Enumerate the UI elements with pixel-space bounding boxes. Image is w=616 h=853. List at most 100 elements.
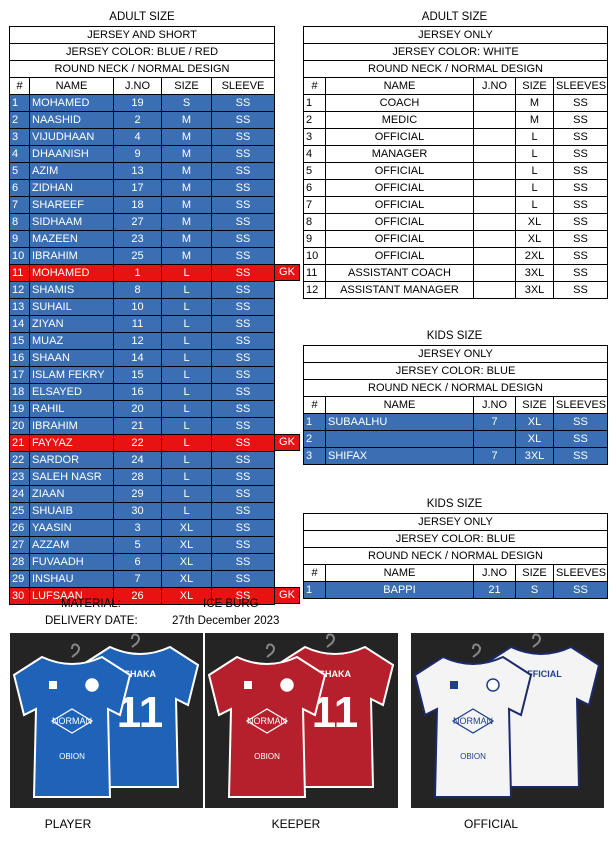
kit-brand-icon — [450, 681, 458, 689]
adult-right-column-header: SLEEVES — [552, 77, 609, 95]
row-name: SHAAN — [29, 349, 114, 367]
row-name: SIDHAAM — [29, 213, 114, 231]
row-number: 21 — [9, 434, 30, 452]
row-size: M — [161, 196, 212, 214]
row-name: ISLAM FEKRY — [29, 366, 114, 384]
adult-right-header: ROUND NECK / NORMAL DESIGN — [302, 60, 609, 78]
adult-left-row: 22 SARDOR 24 L SS — [9, 451, 276, 469]
row-name: ELSAYED — [29, 383, 114, 401]
row-jersey-number — [473, 281, 516, 299]
adult-left-row: 6 ZIDHAN 17 M SS — [9, 179, 276, 197]
row-number: 14 — [9, 315, 30, 333]
delivery-value: 27th December 2023 — [172, 615, 280, 627]
row-number: 12 — [303, 281, 326, 299]
adult-left-row: 7 SHAREEF 18 M SS — [9, 196, 276, 214]
jersey-front-sponsor: OBION — [460, 752, 486, 761]
row-sleeve: SS — [210, 536, 276, 554]
adult-left-row: 11 MOHAMED 1 L SS — [9, 264, 276, 282]
adult-left-row: 4 DHAANISH 9 M SS — [9, 145, 276, 163]
row-sleeve: SS — [210, 519, 276, 537]
adult-left-column-header: J.NO — [113, 77, 162, 95]
kids1-row: 1 SUBAALHU 7 XL SS — [303, 413, 609, 431]
kids2-row: 1 BAPPI 21 S SS — [303, 581, 609, 599]
row-jersey-number: 13 — [113, 162, 162, 180]
row-name: COACH — [325, 94, 474, 112]
kids1-header-row: JERSEY ONLY — [302, 345, 609, 363]
row-sleeve: SS — [210, 196, 276, 214]
row-number: 8 — [303, 213, 326, 231]
kids1-column-headers: # NAME J.NO SIZE SLEEVES — [303, 396, 609, 414]
jersey-front-brand: NORMAN — [453, 716, 493, 726]
row-size: L — [515, 145, 554, 163]
adult-left-row: 17 ISLAM FEKRY 15 L SS — [9, 366, 276, 384]
row-name: AZZAM — [29, 536, 114, 554]
kids2-header: ROUND NECK / NORMAL DESIGN — [302, 547, 609, 565]
photo-label: KEEPER — [271, 817, 321, 831]
row-jersey-number: 28 — [113, 468, 162, 486]
row-size: L — [161, 383, 212, 401]
row-size: 3XL — [515, 447, 554, 465]
row-jersey-number: 5 — [113, 536, 162, 554]
row-sleeve: SS — [210, 366, 276, 384]
row-name: YAASIN — [29, 519, 114, 537]
row-size: XL — [515, 413, 554, 431]
row-sleeve: SS — [210, 145, 276, 163]
row-number: 3 — [303, 128, 326, 146]
row-number: 8 — [9, 213, 30, 231]
row-sleeve: SS — [552, 145, 609, 163]
kit-brand-icon — [244, 681, 252, 689]
adult-left-header: ROUND NECK / NORMAL DESIGN — [8, 60, 276, 78]
kids1-column-header: # — [303, 396, 326, 414]
adult-right-row: 12 ASSISTANT MANAGER 3XL SS — [303, 281, 609, 299]
kids2-caption: KIDS SIZE — [426, 498, 483, 510]
row-sleeve: SS — [210, 247, 276, 265]
kids1-header: JERSEY ONLY — [302, 345, 609, 363]
row-jersey-number — [473, 179, 516, 197]
row-number: 18 — [9, 383, 30, 401]
adult-left-header-row: JERSEY AND SHORT — [8, 26, 276, 44]
goalkeeper-tag: GK — [274, 264, 300, 281]
adult-left-column-header: # — [9, 77, 30, 95]
row-name: ASSISTANT COACH — [325, 264, 474, 282]
row-sleeve: SS — [210, 468, 276, 486]
row-jersey-number — [473, 145, 516, 163]
row-number: 1 — [9, 94, 30, 112]
photo-label: PLAYER — [44, 817, 92, 831]
row-sleeve: SS — [552, 162, 609, 180]
row-jersey-number — [473, 230, 516, 248]
adult-left-row: 9 MAZEEN 23 M SS — [9, 230, 276, 248]
adult-right-column-headers: # NAME J.NO SIZE SLEEVES — [303, 77, 609, 95]
row-name: MANAGER — [325, 145, 474, 163]
adult-left-header-row: ROUND NECK / NORMAL DESIGN — [8, 60, 276, 78]
adult-left-row: 27 AZZAM 5 XL SS — [9, 536, 276, 554]
row-name: OFFICIAL — [325, 196, 474, 214]
kids1-column-header: SIZE — [515, 396, 554, 414]
row-name: OFFICIAL — [325, 162, 474, 180]
adult-left-row: 23 SALEH NASR 28 L SS — [9, 468, 276, 486]
row-size: L — [515, 162, 554, 180]
kids2-header: JERSEY COLOR: BLUE — [302, 530, 609, 548]
row-name: OFFICIAL — [325, 179, 474, 197]
row-size: 3XL — [515, 264, 554, 282]
jersey-front-sponsor: OBION — [254, 752, 280, 761]
row-size: M — [161, 145, 212, 163]
row-size: M — [161, 162, 212, 180]
adult-left-row: 14 ZIYAN 11 L SS — [9, 315, 276, 333]
jersey-illustration: SHAKA11NORMANOBION — [12, 633, 200, 798]
kids1-header: JERSEY COLOR: BLUE — [302, 362, 609, 380]
row-sleeve: SS — [210, 94, 276, 112]
row-number: 28 — [9, 553, 30, 571]
adult-left-row: 26 YAASIN 3 XL SS — [9, 519, 276, 537]
row-sleeve: SS — [210, 434, 276, 452]
row-jersey-number — [473, 162, 516, 180]
adult-right-row: 9 OFFICIAL XL SS — [303, 230, 609, 248]
row-sleeve: SS — [552, 213, 609, 231]
row-name: SARDOR — [29, 451, 114, 469]
kids1-header-row: JERSEY COLOR: BLUE — [302, 362, 609, 380]
adult-right-header: JERSEY ONLY — [302, 26, 609, 44]
jersey-photo-official: OFFICIAL NORMAN OBION — [411, 633, 604, 808]
row-jersey-number: 23 — [113, 230, 162, 248]
adult-left-header: JERSEY AND SHORT — [8, 26, 276, 44]
row-name: SUHAIL — [29, 298, 114, 316]
row-size: XL — [515, 230, 554, 248]
